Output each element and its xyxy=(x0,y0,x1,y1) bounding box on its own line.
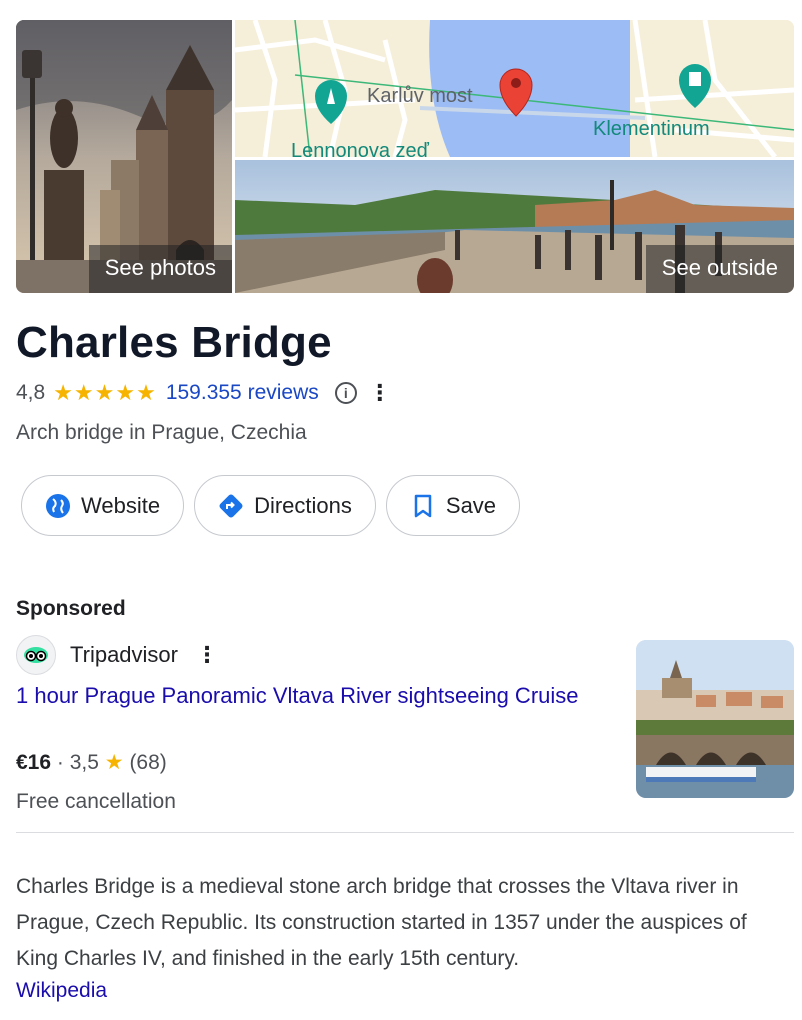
see-photos-label[interactable]: See photos xyxy=(88,245,232,293)
divider xyxy=(16,832,794,833)
ad-thumbnail[interactable] xyxy=(636,640,794,798)
rating-row: 4,8 ★★★★★ 159.355 reviews i ⋮ xyxy=(16,378,391,408)
star-icon: ★ xyxy=(104,751,124,774)
description-text: Charles Bridge is a medieval stone arch … xyxy=(16,875,747,970)
more-options-icon[interactable]: ⋮ xyxy=(369,382,391,404)
map-image: Karlův most Klementinum Lennonova zeď xyxy=(235,20,794,157)
ad-review-count: (68) xyxy=(129,751,167,774)
free-cancellation: Free cancellation xyxy=(16,790,176,813)
place-title: Charles Bridge xyxy=(16,318,332,367)
map-tile[interactable]: Karlův most Klementinum Lennonova zeď xyxy=(235,20,794,157)
prague-cruise-image xyxy=(636,640,794,798)
see-outside-label[interactable]: See outside xyxy=(645,245,794,293)
ad-title-link[interactable]: 1 hour Prague Panoramic Vltava River sig… xyxy=(16,681,596,711)
sponsored-label: Sponsored xyxy=(16,597,126,620)
directions-icon xyxy=(218,493,244,519)
ad-more-options-icon[interactable]: ⋮ xyxy=(196,644,218,666)
place-category: Arch bridge in Prague, Czechia xyxy=(16,421,307,444)
tripadvisor-logo-icon xyxy=(16,635,56,675)
advertiser-row: Tripadvisor ⋮ xyxy=(16,635,218,675)
photos-tile[interactable]: See photos xyxy=(16,20,232,293)
advertiser-name[interactable]: Tripadvisor xyxy=(70,642,178,668)
street-view-tile[interactable]: See outside xyxy=(235,160,794,293)
map-label-bridge: Karlův most xyxy=(367,85,473,107)
website-label: Website xyxy=(81,492,161,518)
rating-stars: ★★★★★ xyxy=(53,380,157,405)
save-label: Save xyxy=(445,492,497,518)
map-label-wall: Lennonova zeď xyxy=(291,140,430,157)
info-icon[interactable]: i xyxy=(334,382,357,404)
ad-price: €16 xyxy=(16,751,52,774)
website-button[interactable]: Website xyxy=(21,475,185,536)
separator: · xyxy=(51,751,70,774)
bookmark-icon xyxy=(410,493,436,519)
directions-label: Directions xyxy=(254,492,352,518)
ad-rating: 3,5 xyxy=(69,751,99,774)
ad-price-row: €16 · 3,5 ★ (68) xyxy=(16,750,167,775)
media-gallery: See photos Karlův most Klementinum Lenno… xyxy=(16,20,794,293)
directions-button[interactable]: Directions xyxy=(194,475,376,536)
save-button[interactable]: Save xyxy=(385,475,521,536)
reviews-link[interactable]: 159.355 reviews xyxy=(166,381,319,405)
action-chips: Website Directions Save xyxy=(21,475,521,536)
wikipedia-link[interactable]: Wikipedia xyxy=(16,979,107,1003)
rating-value: 4,8 xyxy=(16,381,46,404)
globe-icon xyxy=(45,493,71,519)
map-label-museum: Klementinum xyxy=(593,118,710,140)
